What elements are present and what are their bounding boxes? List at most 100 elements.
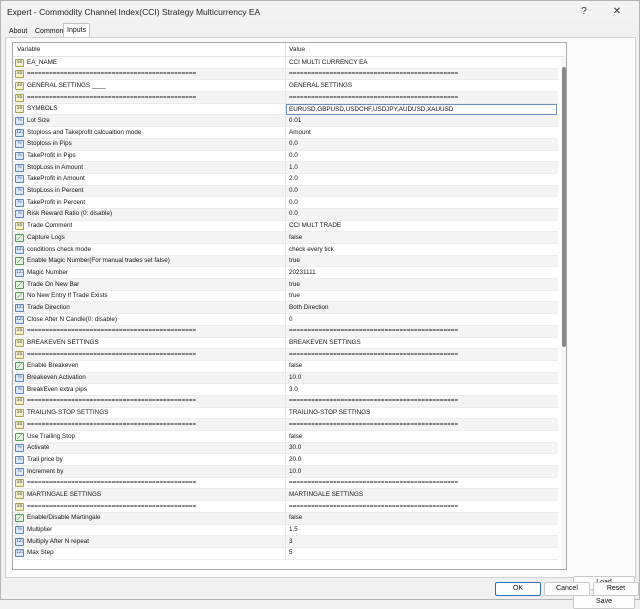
- parameter-row[interactable]: ½ Activate 30.0: [13, 442, 558, 455]
- parameter-value[interactable]: ========================================…: [289, 397, 458, 404]
- parameter-value[interactable]: GENERAL SETTINGS: [289, 82, 352, 89]
- column-header-value[interactable]: Value: [289, 46, 305, 53]
- column-header-variable[interactable]: Variable: [17, 46, 40, 53]
- parameter-row[interactable]: ½ StopLoss in Amount 1.0: [13, 162, 558, 174]
- reset-button[interactable]: Reset: [593, 582, 639, 596]
- parameter-value[interactable]: 30.0: [289, 444, 301, 451]
- parameter-value[interactable]: 20231111: [289, 269, 316, 276]
- parameter-row[interactable]: 123 Trade Direction Both Direction: [13, 302, 558, 315]
- parameter-value[interactable]: TRAILING-STOP SETTINGS: [289, 409, 370, 416]
- parameter-value[interactable]: 0: [289, 316, 293, 323]
- parameter-row[interactable]: ab EA_NAME CCI MULTI CURRENCY EA: [13, 57, 558, 69]
- parameter-value[interactable]: Amount: [289, 129, 311, 136]
- parameter-value[interactable]: false: [289, 362, 302, 369]
- parameter-value[interactable]: false: [289, 514, 302, 521]
- parameter-row[interactable]: ½ Trail price by 20.0: [13, 454, 558, 467]
- parameter-value[interactable]: 0.0: [289, 152, 298, 159]
- scrollbar-thumb[interactable]: [562, 67, 566, 347]
- parameter-row[interactable]: ½ TakeProfit in Percent 0.0: [13, 197, 558, 209]
- parameter-value[interactable]: ========================================…: [289, 70, 458, 77]
- column-divider[interactable]: [285, 43, 286, 57]
- parameter-value[interactable]: 2.0: [289, 175, 298, 182]
- parameter-row[interactable]: ⟋ Enable Breakeven false: [13, 360, 558, 373]
- parameter-row[interactable]: ½ Increment by 10.0: [13, 466, 558, 478]
- parameter-row[interactable]: ab GENERAL SETTINGS ____ GENERAL SETTINGS: [13, 80, 558, 93]
- parameter-row[interactable]: ab ======================================…: [13, 419, 558, 431]
- parameter-value[interactable]: ========================================…: [289, 503, 458, 510]
- ok-button[interactable]: OK: [495, 582, 541, 596]
- parameter-value[interactable]: 0.0: [289, 199, 298, 206]
- parameter-value[interactable]: 3: [289, 538, 293, 545]
- parameter-value[interactable]: BREAKEVEN SETTINGS: [289, 339, 361, 346]
- parameter-row[interactable]: ab ======================================…: [13, 92, 558, 104]
- close-icon[interactable]: ✕: [604, 4, 630, 20]
- parameter-value[interactable]: CCI MULTI CURRENCY EA: [289, 59, 368, 66]
- parameter-row[interactable]: ab SYMBOLS EURUSD,GBPUSD,USDCHF,USDJPY,AUD…: [13, 103, 558, 116]
- parameter-row[interactable]: ½ Lot Size 0.01: [13, 115, 558, 128]
- parameter-row[interactable]: ½ Breakeven Activation 10.0: [13, 372, 558, 385]
- parameter-value[interactable]: ========================================…: [289, 421, 458, 428]
- parameter-row[interactable]: ab ======================================…: [13, 501, 558, 513]
- parameter-value[interactable]: 10.0: [289, 374, 301, 381]
- parameter-value[interactable]: 1.5: [289, 526, 298, 533]
- parameter-row[interactable]: 123 Stoploss and Takeprofit calcualtion m…: [13, 127, 558, 139]
- parameter-row[interactable]: ⟋ Trade On New Bar true: [13, 279, 558, 291]
- parameter-value[interactable]: 3.0: [289, 386, 298, 393]
- parameter-value[interactable]: ========================================…: [289, 94, 458, 101]
- parameter-value[interactable]: 10.0: [289, 468, 301, 475]
- parameter-row[interactable]: ⟋ Enable/Disable Martingale false: [13, 512, 558, 525]
- parameter-row[interactable]: 123 conditions check mode check every tick: [13, 244, 558, 256]
- parameter-value[interactable]: CCI MULT TRADE: [289, 222, 341, 229]
- parameter-value[interactable]: ========================================…: [289, 327, 458, 334]
- parameter-row[interactable]: ⟋ Capture Logs false: [13, 232, 558, 244]
- parameter-value[interactable]: true: [289, 292, 300, 299]
- parameter-row[interactable]: ½ TakeProfit in Amount 2.0: [13, 173, 558, 186]
- parameter-row[interactable]: ab ======================================…: [13, 325, 558, 338]
- parameter-row[interactable]: ab TRAILING-STOP SETTINGS TRAILING-STOP SE…: [13, 407, 558, 420]
- parameter-value[interactable]: true: [289, 257, 300, 264]
- parameter-row[interactable]: ½ TakeProfit in Pips 0.0: [13, 150, 558, 163]
- parameter-row[interactable]: ½ Multiplier 1.5: [13, 524, 558, 537]
- parameter-value[interactable]: false: [289, 433, 302, 440]
- parameter-row[interactable]: 123 Close After N Candle(0: disable) 0: [13, 314, 558, 326]
- parameter-row[interactable]: 123 Magic Number 20231111: [13, 267, 558, 280]
- parameter-row[interactable]: ab ======================================…: [13, 477, 558, 490]
- parameter-value[interactable]: Both Direction: [289, 304, 329, 311]
- parameter-value[interactable]: true: [289, 281, 300, 288]
- parameter-value[interactable]: MARTINGALE SETTINGS: [289, 491, 363, 498]
- number-type-icon: ½: [15, 187, 24, 196]
- cell-divider: [285, 431, 286, 442]
- parameter-row[interactable]: ½ BreakEven extra pips 3.0: [13, 384, 558, 396]
- parameter-value[interactable]: 0.0: [289, 140, 298, 147]
- parameter-value[interactable]: 0.01: [289, 117, 301, 124]
- parameter-value[interactable]: 5: [289, 549, 293, 556]
- parameter-value[interactable]: 1.0: [289, 164, 298, 171]
- parameter-row[interactable]: ab BREAKEVEN SETTINGS BREAKEVEN SETTINGS: [13, 337, 558, 350]
- parameter-value[interactable]: ========================================…: [289, 479, 458, 486]
- parameter-row[interactable]: 123 Max Step 5: [13, 547, 558, 560]
- vertical-scrollbar[interactable]: [561, 57, 566, 569]
- save-button[interactable]: Save: [573, 595, 635, 609]
- parameter-row[interactable]: ab MARTINGALE SETTINGS MARTINGALE SETTINGS: [13, 489, 558, 502]
- cell-divider: [285, 220, 286, 232]
- parameter-row[interactable]: ab ======================================…: [13, 349, 558, 361]
- parameter-value[interactable]: false: [289, 234, 302, 241]
- parameter-row[interactable]: ½ Risk Reward Ratio (0: disable) 0.0: [13, 208, 558, 221]
- cancel-button[interactable]: Cancel: [544, 582, 590, 596]
- parameter-value-input[interactable]: EURUSD,GBPUSD,USDCHF,USDJPY,AUDUSD,XAUUS…: [286, 103, 557, 115]
- parameter-row[interactable]: ⟋ Use Trailing Stop false: [13, 431, 558, 443]
- parameter-row[interactable]: ⟋ No New Entry If Trade Exists true: [13, 290, 558, 303]
- parameter-row[interactable]: ab ======================================…: [13, 68, 558, 81]
- parameter-row[interactable]: ⟋ Enable Magic Number(For manual trades s…: [13, 255, 558, 268]
- parameter-row[interactable]: ab ======================================…: [13, 395, 558, 408]
- parameter-value[interactable]: 0.0: [289, 187, 298, 194]
- parameter-row[interactable]: ½ StopLoss in Percent 0.0: [13, 185, 558, 198]
- parameter-value[interactable]: 20.0: [289, 456, 301, 463]
- parameter-row[interactable]: ½ Stoploss in Pips 0.0: [13, 138, 558, 151]
- parameter-value[interactable]: ========================================…: [289, 351, 458, 358]
- parameter-value[interactable]: 0.0: [289, 210, 298, 217]
- help-icon[interactable]: ?: [571, 4, 597, 20]
- parameter-row[interactable]: 123 Multiply After N repeat 3: [13, 536, 558, 548]
- parameter-row[interactable]: ab Trade Comment CCI MULT TRADE: [13, 220, 558, 233]
- parameter-value[interactable]: check every tick: [289, 246, 334, 253]
